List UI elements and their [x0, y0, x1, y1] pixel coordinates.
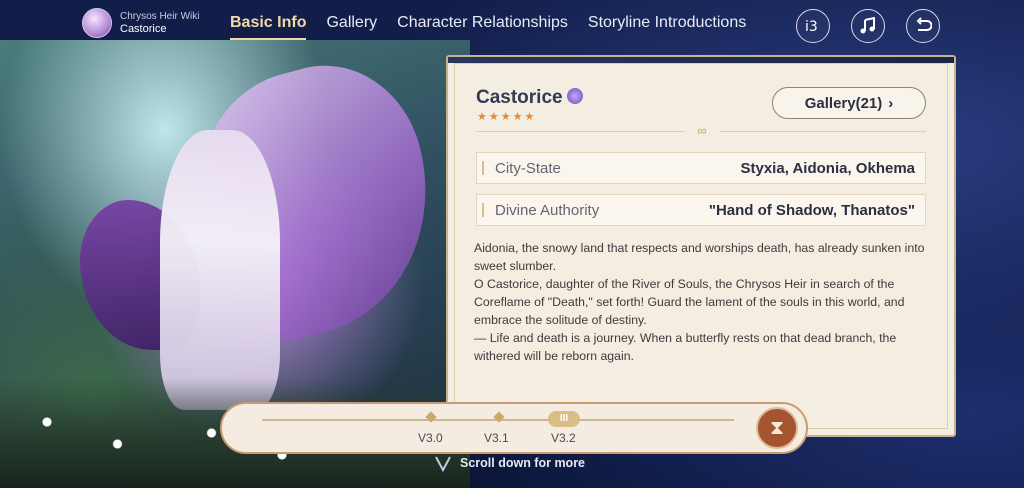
attribute-value: Styxia, Aidonia, Okhema — [740, 159, 916, 177]
share-icon[interactable]: i3 — [796, 9, 830, 43]
scroll-hint-label: Scroll down for more — [460, 456, 586, 470]
gallery-button-label: Gallery(21) — [804, 94, 883, 112]
tab-character-relationships[interactable]: Character Relationships — [397, 14, 568, 32]
tab-bar: Basic Info Gallery Character Relationshi… — [230, 14, 766, 40]
version-label[interactable]: V3.1 — [484, 431, 509, 445]
tab-gallery[interactable]: Gallery — [326, 14, 377, 32]
header-icons: i3 — [796, 9, 940, 43]
element-icon — [566, 87, 583, 104]
description-paragraph: O Castorice, daughter of the River of So… — [474, 277, 905, 327]
character-name-text: Castorice — [476, 87, 563, 108]
tab-storyline-introductions[interactable]: Storyline Introductions — [588, 14, 746, 32]
version-label[interactable]: V3.0 — [418, 431, 443, 445]
attribute-city-state: City-State Styxia, Aidonia, Okhema — [476, 152, 926, 184]
character-name: Castorice — [476, 87, 583, 109]
gallery-button[interactable]: Gallery(21) › — [772, 87, 926, 119]
music-icon[interactable] — [851, 9, 885, 43]
character-description: Aidonia, the snowy land that respects an… — [474, 239, 934, 365]
panel-top-bar — [448, 57, 954, 63]
chevron-down-icon — [432, 452, 454, 474]
avatar — [82, 8, 112, 38]
artwork-figure — [160, 130, 280, 410]
attribute-key: City-State — [495, 159, 561, 177]
top-navigation: Chrysos Heir Wiki Castorice Basic Info G… — [0, 0, 1024, 44]
character-info-panel: Castorice ★★★★★ Gallery(21) › ∞ City-Stat… — [446, 55, 956, 437]
version-timeline: V3.0 V3.1 III V3.2 ⧗ — [220, 402, 808, 454]
version-label-current[interactable]: V3.2 — [551, 431, 576, 445]
wiki-title: Chrysos Heir Wiki — [120, 11, 200, 22]
chevron-right-icon: › — [888, 94, 894, 112]
tab-basic-info[interactable]: Basic Info — [230, 14, 307, 40]
attribute-key: Divine Authority — [495, 201, 600, 219]
character-name-small: Castorice — [120, 23, 167, 35]
rarity-stars: ★★★★★ — [477, 111, 537, 123]
back-icon[interactable] — [906, 9, 940, 43]
current-version-marker[interactable]: III — [548, 411, 580, 427]
scroll-hint[interactable]: Scroll down for more — [432, 452, 585, 474]
description-paragraph: Aidonia, the snowy land that respects an… — [474, 241, 925, 273]
svg-text:i3: i3 — [805, 19, 818, 35]
hourglass-icon[interactable]: ⧗ — [756, 407, 798, 449]
brand[interactable]: Chrysos Heir Wiki Castorice — [82, 8, 199, 38]
attribute-divine-authority: Divine Authority "Hand of Shadow, Thanat… — [476, 194, 926, 226]
attribute-value: "Hand of Shadow, Thanatos" — [708, 201, 915, 219]
infinity-ornament-icon: ∞ — [685, 123, 719, 139]
description-paragraph: — Life and death is a journey. When a bu… — [474, 331, 897, 363]
